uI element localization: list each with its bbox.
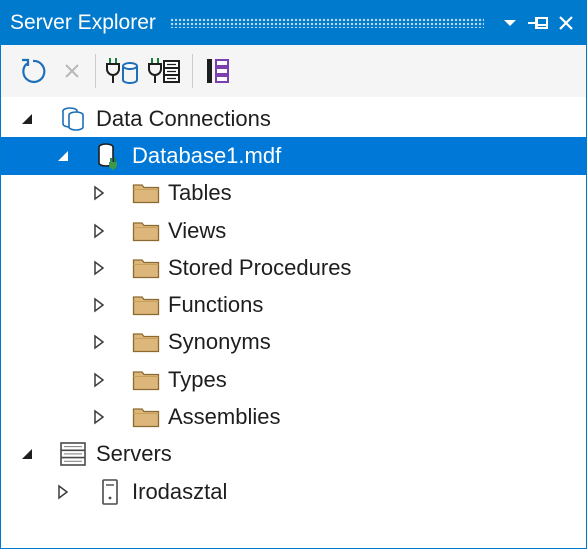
expand-arrow-icon[interactable] [91,185,107,201]
chevron-down-icon [504,20,516,26]
toolbar [1,45,586,97]
sharepoint-connections-button[interactable] [199,51,239,91]
tree-item-label: Assemblies [168,404,281,430]
refresh-icon [22,58,46,83]
server-explorer-window: Server Explorer Data Connections Databas… [0,0,587,549]
folder-icon [132,403,160,431]
database-icon [96,142,124,170]
tree-item-data-connections[interactable]: Data Connections [1,100,586,137]
stop-button[interactable] [55,51,89,91]
tree-item-servers[interactable]: Servers [1,436,586,473]
tree-item-label: Types [168,366,227,392]
dropdown-button[interactable] [496,8,524,38]
collapse-arrow-icon[interactable] [19,446,35,462]
tree-item-label: Tables [168,180,232,206]
connect-to-database-button[interactable] [102,51,142,91]
data-connections-icon [59,105,87,133]
expand-arrow-icon[interactable] [91,409,107,425]
title-grip[interactable] [169,18,484,28]
tree-item-irodasztal[interactable]: Irodasztal [1,473,586,510]
tree-item-label: Irodasztal [132,478,228,504]
tree-item-label: Servers [96,441,172,467]
tree-item-stored-procedures[interactable]: Stored Procedures [1,249,586,286]
tree-item-label: Functions [168,292,264,318]
folder-icon [132,291,160,319]
pin-button[interactable] [524,8,552,38]
tree-item-label: Views [168,217,227,243]
tree-item-label: Stored Procedures [168,254,352,280]
stop-icon [65,64,79,78]
tree-item-label: Data Connections [96,105,271,131]
connect-database-icon [106,58,138,84]
folder-icon [132,179,160,207]
toolbar-separator [192,54,193,88]
folder-icon [132,366,160,394]
folder-icon [132,217,160,245]
collapse-arrow-icon[interactable] [55,148,71,164]
tree-item-functions[interactable]: Functions [1,286,586,323]
expand-arrow-icon[interactable] [91,260,107,276]
servers-icon [59,440,87,468]
title-bar[interactable]: Server Explorer [1,1,586,45]
tree-item-database1-mdf[interactable]: Database1.mdf [1,137,586,175]
tree-item-assemblies[interactable]: Assemblies [1,398,586,435]
expand-arrow-icon[interactable] [91,334,107,350]
computer-icon [96,478,124,506]
connect-to-server-button[interactable] [144,51,184,91]
collapse-arrow-icon[interactable] [19,111,35,127]
hierarchy-icon [207,59,229,83]
tree-item-types[interactable]: Types [1,361,586,398]
close-button[interactable] [552,8,580,38]
refresh-button[interactable] [13,51,53,91]
toolbar-separator [95,54,96,88]
tree-item-views[interactable]: Views [1,212,586,249]
expand-arrow-icon[interactable] [91,372,107,388]
tree-item-label: Synonyms [168,329,271,355]
expand-arrow-icon[interactable] [55,484,71,500]
pin-icon [528,17,548,29]
server-explorer-tree: Data Connections Database1.mdf Tables Views… [1,100,586,510]
window-title: Server Explorer [10,11,156,34]
expand-arrow-icon[interactable] [91,223,107,239]
folder-icon [132,254,160,282]
tree-item-tables[interactable]: Tables [1,175,586,212]
folder-icon [132,328,160,356]
expand-arrow-icon[interactable] [91,297,107,313]
close-icon [559,16,573,30]
tree-item-label: Database1.mdf [132,142,282,168]
tree-item-synonyms[interactable]: Synonyms [1,324,586,361]
connect-server-icon [148,58,180,83]
